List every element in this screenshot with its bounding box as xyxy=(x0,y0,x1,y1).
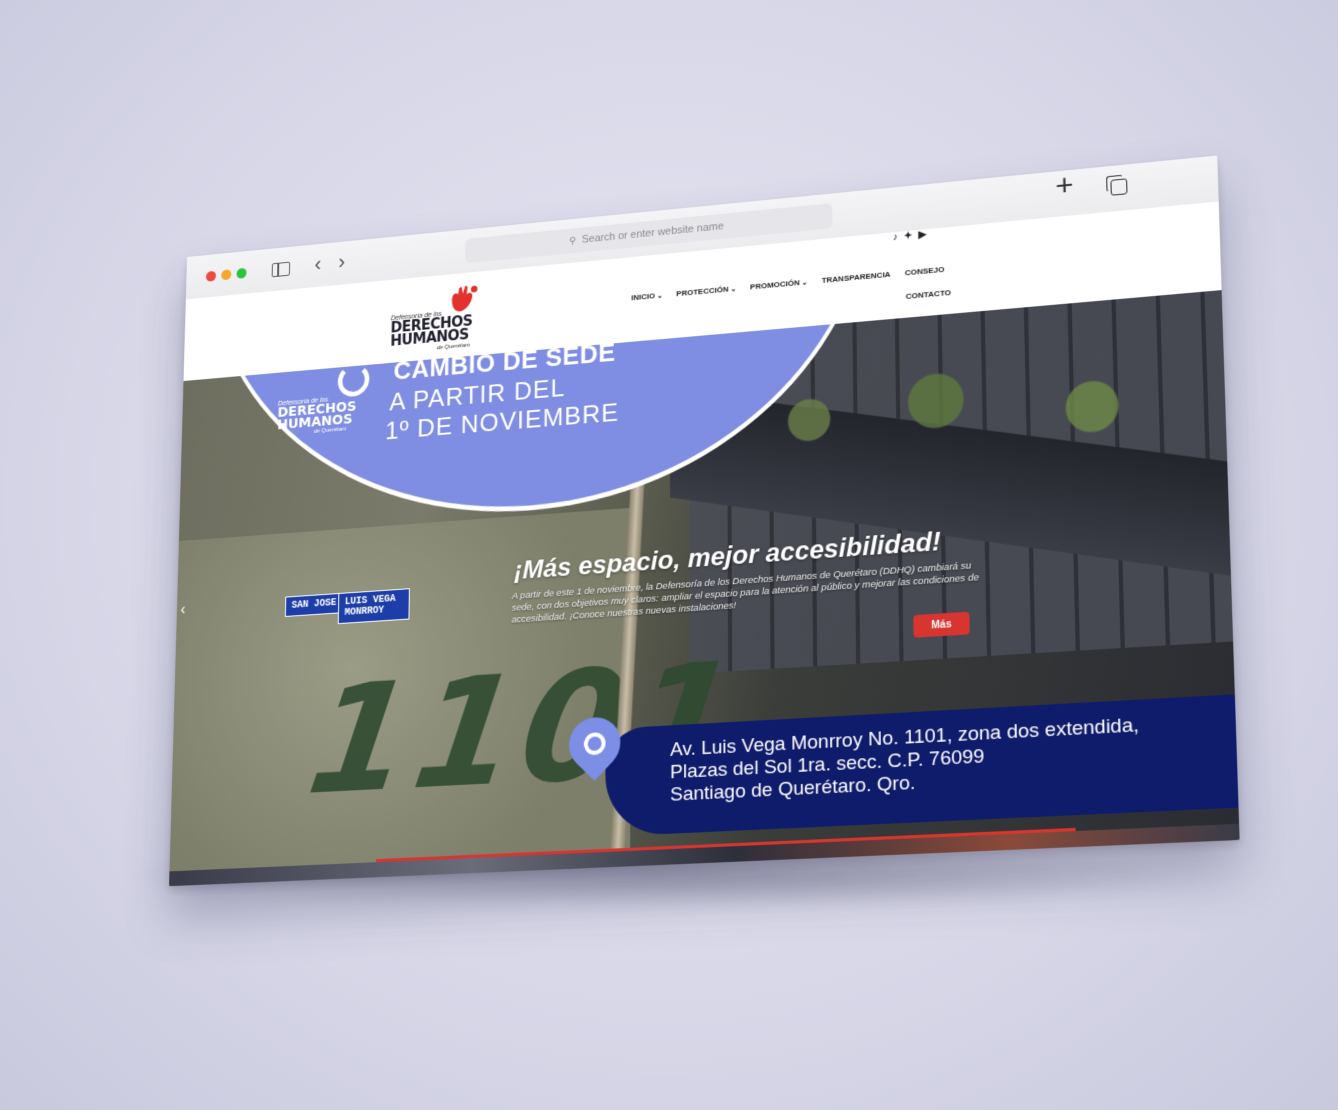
maximize-window-button[interactable] xyxy=(236,267,247,279)
hero-slider: 1101 SAN JOSE LUIS VEGA MONRROY Defensor… xyxy=(169,290,1240,887)
street-sign-luis-vega: LUIS VEGA MONRROY xyxy=(337,588,410,625)
tiktok-icon[interactable]: ♪ xyxy=(893,231,904,243)
search-icon: ⚲ xyxy=(569,235,577,247)
social-links: ♪✦▶ xyxy=(893,229,933,244)
nav-label: INICIO xyxy=(631,291,655,303)
nav-item-proteccion[interactable]: PROTECCIÓN ⌄ xyxy=(676,284,736,298)
new-tab-icon[interactable]: + xyxy=(1055,169,1074,203)
main-nav: INICIO ⌄ PROTECCIÓN ⌄ PROMOCIÓN ⌄ TRANSPARE… xyxy=(631,265,944,302)
close-window-button[interactable] xyxy=(205,270,217,282)
nav-item-contacto[interactable]: CONTACTO xyxy=(906,288,952,301)
slider-prev-icon[interactable]: ‹ xyxy=(180,602,185,620)
twitter-icon[interactable]: ✦ xyxy=(904,230,919,242)
nav-label: PROMOCIÓN xyxy=(749,278,800,292)
forward-icon[interactable]: › xyxy=(338,250,345,274)
nav-label: PROTECCIÓN xyxy=(676,284,729,299)
address-bar-placeholder: Search or enter website name xyxy=(581,220,724,246)
nav-item-promocion[interactable]: PROMOCIÓN ⌄ xyxy=(750,277,808,291)
more-button[interactable]: Más xyxy=(913,611,970,638)
sidebar-toggle-icon[interactable] xyxy=(271,261,291,278)
nav-label: CONSEJO xyxy=(904,264,945,278)
hand-logo-icon xyxy=(451,285,478,313)
mockup-stage: ‹ › ⚲ Search or enter website name + ♪✦▶… xyxy=(0,0,1338,1110)
chevron-down-icon: ⌄ xyxy=(730,285,737,294)
banner-logo: Defensoría de los DERECHOS HUMANOS de Qu… xyxy=(277,394,357,438)
chevron-down-icon: ⌄ xyxy=(656,292,663,300)
nav-item-transparencia[interactable]: TRANSPARENCIA xyxy=(822,270,891,285)
tab-overview-icon[interactable] xyxy=(1110,178,1128,196)
nav-label: TRANSPARENCIA xyxy=(821,269,891,285)
nav-item-inicio[interactable]: INICIO ⌄ xyxy=(631,291,663,303)
street-sign-san-jose: SAN JOSE xyxy=(284,592,344,617)
youtube-icon[interactable]: ▶ xyxy=(918,229,932,241)
nav-item-consejo[interactable]: CONSEJO xyxy=(905,265,945,277)
minimize-window-button[interactable] xyxy=(221,269,232,281)
back-icon[interactable]: ‹ xyxy=(314,252,321,276)
browser-window: ‹ › ⚲ Search or enter website name + ♪✦▶… xyxy=(169,155,1240,887)
site-logo[interactable]: Defensoría de los DERECHOS HUMANOS de Qu… xyxy=(390,284,485,361)
chevron-down-icon: ⌄ xyxy=(801,279,808,287)
